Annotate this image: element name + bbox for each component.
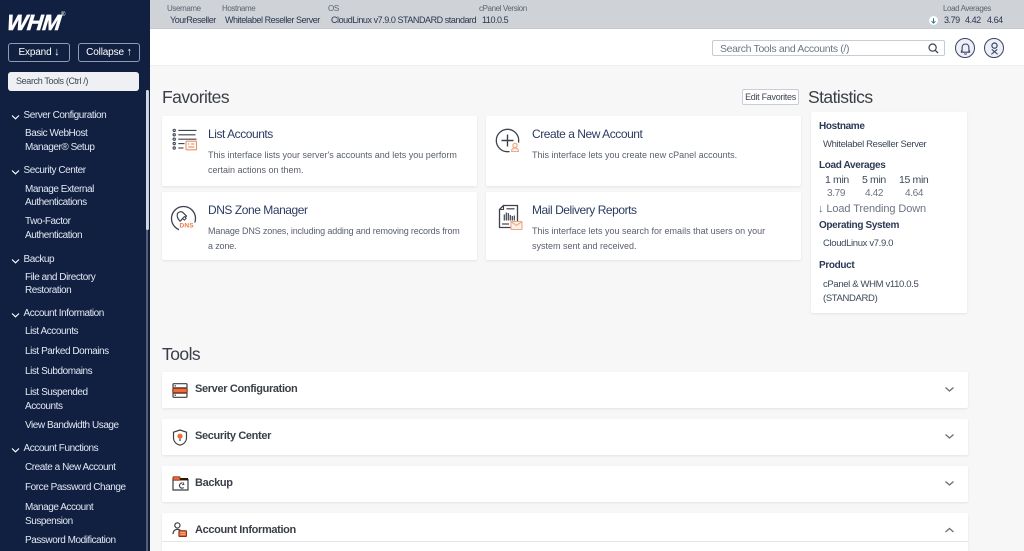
svg-text:DNS: DNS xyxy=(180,223,195,230)
